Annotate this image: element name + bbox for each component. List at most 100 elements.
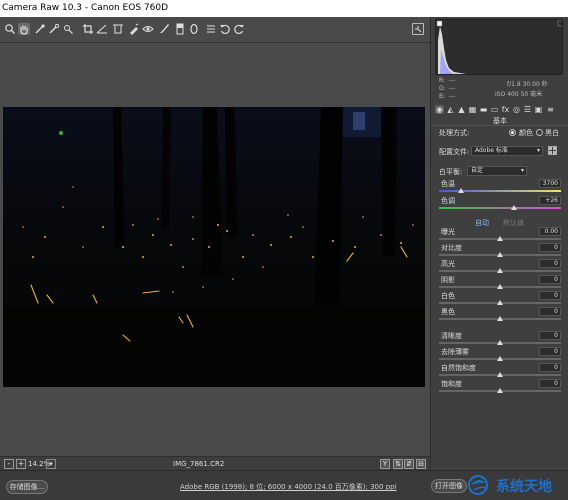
slider-value[interactable]: 0 (539, 275, 561, 284)
readout-b-value: --- (449, 93, 456, 100)
tint-thumb[interactable] (511, 205, 517, 210)
rotate-right-icon[interactable] (233, 23, 245, 35)
slider-label: 阴影 (441, 276, 455, 284)
slider-thumb[interactable] (497, 316, 503, 321)
slider-thumb[interactable] (497, 388, 503, 393)
adjustment-brush-icon[interactable] (158, 23, 170, 35)
slider-label: 高光 (441, 260, 455, 268)
slider-row[interactable]: 阴影 0 (439, 275, 561, 291)
color-sampler-tool-icon[interactable] (48, 23, 60, 35)
before-after-y-icon[interactable]: Y (380, 459, 390, 469)
transform-tool-icon[interactable] (112, 23, 124, 35)
photo-preview[interactable] (3, 107, 425, 387)
slider-value[interactable]: 0 (539, 259, 561, 268)
slider-row[interactable]: 去除薄雾 0 (439, 347, 561, 363)
profile-select[interactable]: Adobe 标准 ▾ (471, 146, 543, 156)
histogram (435, 19, 563, 75)
split-toning-tab-icon[interactable]: ▬ (479, 105, 488, 114)
targeted-adjustment-tool-icon[interactable] (62, 23, 74, 35)
zoom-in-button[interactable]: + (16, 459, 26, 469)
profile-browser-icon[interactable] (548, 146, 557, 155)
spot-removal-tool-icon[interactable] (128, 23, 140, 35)
slider-value[interactable]: 0 (539, 307, 561, 316)
slider-row[interactable]: 曝光 0.00 (439, 227, 561, 243)
slider-row[interactable]: 高光 0 (439, 259, 561, 275)
slider-row[interactable]: 饱和度 0 (439, 379, 561, 395)
panel-menu-icon[interactable]: ≡ (546, 105, 555, 114)
readout-r-label: R: (439, 77, 446, 84)
crop-tool-icon[interactable] (82, 23, 94, 35)
slider-row[interactable]: 黑色 0 (439, 307, 561, 323)
hsl-tab-icon[interactable]: ▦ (468, 105, 477, 114)
presets-tab-icon[interactable]: ☰ (523, 105, 532, 114)
hand-tool-icon[interactable] (18, 23, 30, 35)
open-image-button[interactable]: 打开图像 (431, 479, 467, 493)
slider-thumb[interactable] (497, 252, 503, 257)
temperature-thumb[interactable] (458, 188, 464, 193)
section-title: 基本 (431, 116, 568, 126)
adjustment-panel: R: --- G: --- B: --- f/1.8 30.00 秒 ISO 4… (430, 17, 568, 470)
tone-curve-tab-icon[interactable]: ◭ (446, 105, 455, 114)
tint-track[interactable] (439, 207, 561, 209)
fullscreen-button[interactable] (412, 23, 424, 35)
iso-info: ISO 400 50 毫米 (495, 91, 543, 98)
preferences-icon[interactable] (205, 23, 217, 35)
effects-tab-icon[interactable]: fx (501, 105, 510, 114)
camera-raw-window: Camera Raw 10.3 - Canon EOS 760D - + 14.… (0, 0, 568, 500)
slider-row[interactable]: 白色 0 (439, 291, 561, 307)
lens-tab-icon[interactable]: ▭ (490, 105, 499, 114)
swap-before-after-icon[interactable]: ⇅ (393, 459, 403, 469)
workflow-options-link[interactable]: Adobe RGB (1998); 8 位; 6000 x 4000 (24.0… (180, 482, 397, 492)
slider-label: 黑色 (441, 308, 455, 316)
watermark-logo-icon (468, 475, 488, 495)
snapshots-tab-icon[interactable]: ▣ (534, 105, 543, 114)
tint-value[interactable]: +26 (539, 196, 561, 205)
slider-thumb[interactable] (497, 236, 503, 241)
slider-value[interactable]: 0.00 (539, 227, 561, 236)
color-radio[interactable] (509, 129, 516, 136)
slider-row[interactable]: 对比度 0 (439, 243, 561, 259)
slider-value[interactable]: 0 (539, 291, 561, 300)
chevron-down-icon: ▾ (536, 147, 540, 154)
straighten-tool-icon[interactable] (96, 23, 108, 35)
slider-thumb[interactable] (497, 340, 503, 345)
zoom-dropdown[interactable]: ▾ (46, 459, 56, 469)
slider-value[interactable]: 0 (539, 243, 561, 252)
slider-thumb[interactable] (497, 284, 503, 289)
readout-g-value: --- (449, 85, 456, 92)
image-preview-area[interactable] (0, 43, 430, 456)
zoom-out-button[interactable]: - (4, 459, 14, 469)
temperature-value[interactable]: 3700 (539, 179, 561, 188)
temperature-slider[interactable]: 色温 3700 (439, 179, 561, 195)
tint-slider[interactable]: 色调 +26 (439, 196, 561, 212)
readout-b-label: B: (439, 93, 446, 100)
calibration-tab-icon[interactable]: ◎ (512, 105, 521, 114)
preview-status-bar: - + 14.2% ▾ IMG_7861.CR2 Y ⇅ ⇵ ⊟ (0, 456, 430, 470)
zoom-tool-icon[interactable] (4, 23, 16, 35)
white-balance-tool-icon[interactable] (34, 23, 46, 35)
basic-tab-icon[interactable]: ◉ (435, 105, 444, 114)
slider-value[interactable]: 0 (539, 363, 561, 372)
toolbar (0, 17, 430, 43)
rotate-left-icon[interactable] (219, 23, 231, 35)
slider-thumb[interactable] (497, 300, 503, 305)
slider-value[interactable]: 0 (539, 347, 561, 356)
slider-row[interactable]: 清晰度 0 (439, 331, 561, 347)
toggle-defaults-icon[interactable]: ⊟ (416, 459, 426, 469)
slider-value[interactable]: 0 (539, 331, 561, 340)
copy-settings-icon[interactable]: ⇵ (404, 459, 414, 469)
red-eye-tool-icon[interactable] (142, 23, 154, 35)
slider-thumb[interactable] (497, 372, 503, 377)
bw-radio[interactable] (536, 129, 543, 136)
slider-value[interactable]: 0 (539, 379, 561, 388)
histogram-readout: R: --- G: --- B: --- f/1.8 30.00 秒 ISO 4… (435, 77, 563, 101)
radial-filter-icon[interactable] (188, 23, 200, 35)
bw-radio-label: 黑白 (545, 129, 559, 137)
detail-tab-icon[interactable]: ▲ (457, 105, 466, 114)
white-balance-select[interactable]: 自定 ▾ (467, 166, 527, 176)
graduated-filter-icon[interactable] (174, 23, 186, 35)
save-image-button[interactable]: 存储图像... (6, 480, 48, 494)
slider-thumb[interactable] (497, 268, 503, 273)
slider-thumb[interactable] (497, 356, 503, 361)
slider-row[interactable]: 自然饱和度 0 (439, 363, 561, 379)
